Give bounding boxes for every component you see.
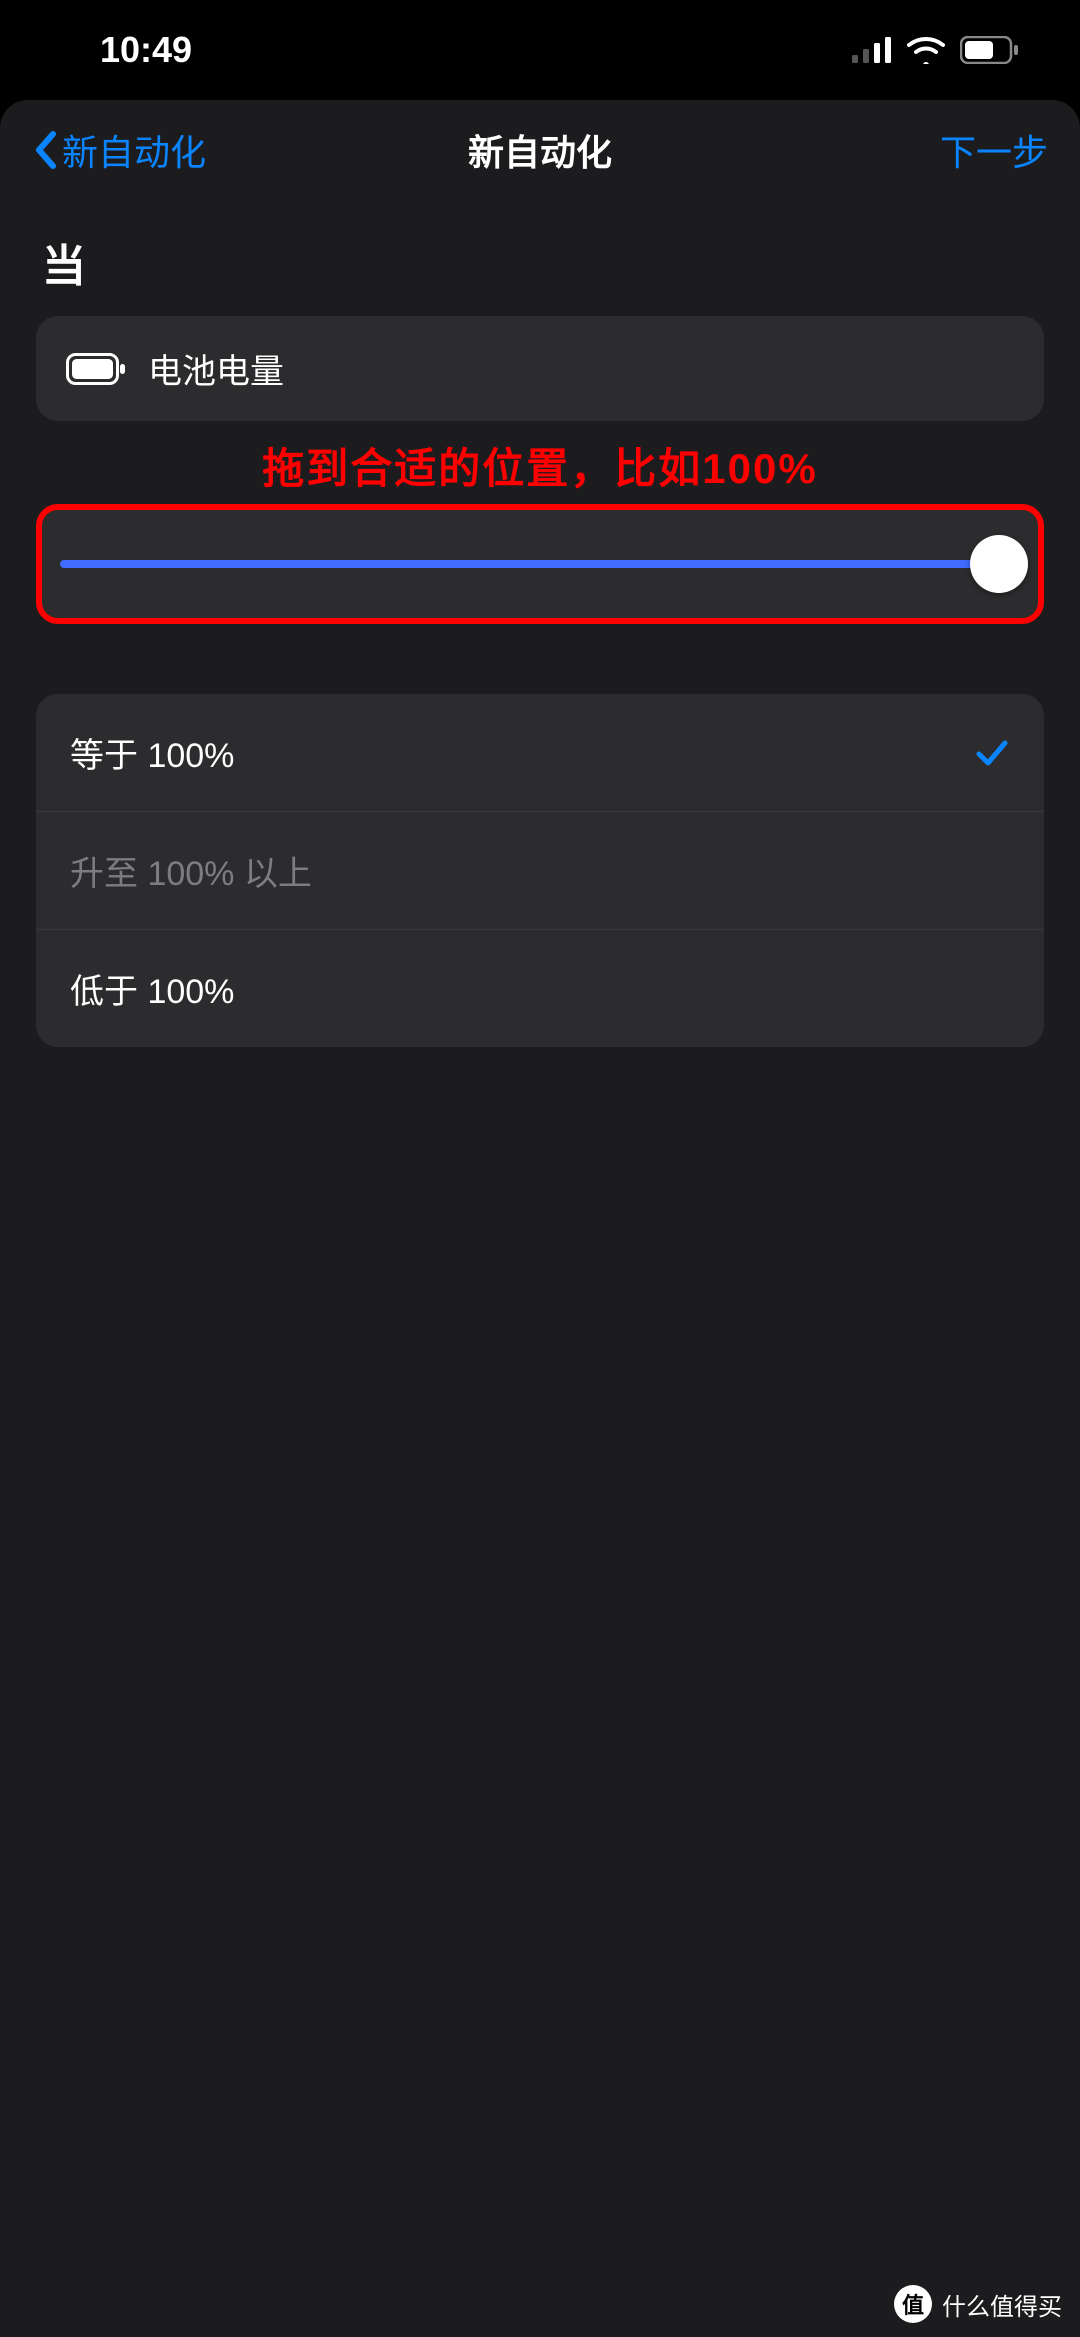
options-card: 等于 100% 升至 100% 以上 低于 100% — [36, 694, 1044, 1047]
trigger-card: 电池电量 — [36, 316, 1044, 421]
annotation-text: 拖到合适的位置，比如100% — [36, 435, 1044, 496]
page-title: 新自动化 — [468, 124, 612, 176]
back-button[interactable]: 新自动化 — [32, 124, 206, 176]
watermark-badge: 值 — [894, 2285, 932, 2323]
status-bar: 10:49 — [0, 0, 1080, 100]
option-label: 等于 100% — [70, 728, 234, 777]
chevron-left-icon — [32, 130, 58, 170]
option-label: 低于 100% — [70, 964, 234, 1013]
slider-thumb[interactable] — [970, 535, 1028, 593]
back-label: 新自动化 — [62, 124, 206, 176]
watermark: 值 什么值得买 — [894, 2285, 1062, 2323]
trigger-label: 电池电量 — [148, 344, 284, 393]
status-icons — [852, 36, 1020, 64]
status-time: 10:49 — [100, 29, 192, 71]
cellular-icon — [852, 37, 892, 63]
content: 当 电池电量 拖到合适的位置，比如100% 等于 100% — [0, 230, 1080, 1047]
nav-bar: 新自动化 新自动化 下一步 — [0, 100, 1080, 200]
battery-status-icon — [960, 36, 1020, 64]
battery-icon — [66, 353, 126, 385]
option-label: 升至 100% 以上 — [70, 846, 312, 895]
checkmark-icon — [974, 735, 1010, 771]
option-rises-above: 升至 100% 以上 — [36, 812, 1044, 930]
watermark-text: 什么值得买 — [942, 2287, 1062, 2322]
next-button[interactable]: 下一步 — [940, 124, 1048, 176]
option-equals[interactable]: 等于 100% — [36, 694, 1044, 812]
slider-card — [36, 504, 1044, 624]
wifi-icon — [906, 36, 946, 64]
option-falls-below[interactable]: 低于 100% — [36, 930, 1044, 1047]
section-when-header: 当 — [42, 230, 1044, 294]
modal-sheet: 新自动化 新自动化 下一步 当 电池电量 拖到合适的位置，比如100% — [0, 100, 1080, 2337]
battery-level-slider[interactable] — [60, 560, 1020, 568]
trigger-row: 电池电量 — [36, 316, 1044, 421]
